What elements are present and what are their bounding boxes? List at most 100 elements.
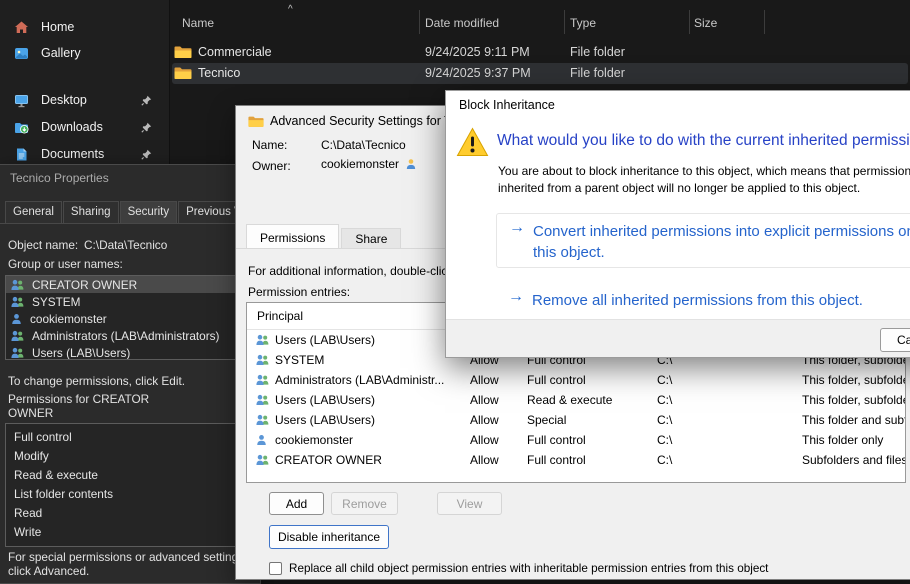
name-label: Name: — [252, 138, 287, 152]
body-line-2: inherited from a parent object will no l… — [498, 181, 860, 195]
dialog-heading: What would you like to do with the curre… — [497, 132, 910, 150]
permission-entry-row[interactable]: Administrators (LAB\Administr... Allow F… — [247, 370, 905, 390]
command-link-text: Remove all inherited permissions from th… — [532, 290, 863, 311]
permission-item[interactable]: Read & execute — [6, 465, 256, 484]
properties-dialog: Tecnico Properties General Sharing Secur… — [0, 164, 261, 584]
tab-sharing[interactable]: Sharing — [63, 201, 119, 224]
cancel-button[interactable]: Cancel — [880, 328, 910, 352]
permission-entry-row[interactable]: Users (LAB\Users) Allow Read & execute C… — [247, 390, 905, 410]
sidebar-item-home[interactable]: Home — [4, 14, 166, 40]
group-icon — [255, 334, 270, 346]
column-resize-handle[interactable] — [689, 10, 690, 34]
group-icon — [255, 454, 270, 466]
sidebar-item-desktop[interactable]: Desktop — [4, 87, 166, 113]
dialog-title[interactable]: Block Inheritance — [459, 98, 555, 112]
owner-value: cookiemonster — [321, 157, 399, 171]
remove-permissions-command-link[interactable]: → Remove all inherited permissions from … — [496, 283, 910, 317]
sidebar-item-label: Home — [41, 20, 74, 34]
cell-principal: CREATOR OWNER — [275, 453, 382, 467]
arrow-right-icon: → — [509, 219, 525, 237]
permission-item[interactable]: List folder contents — [6, 484, 256, 503]
cell-inherited-from: C:\ — [657, 413, 672, 427]
column-header-date-modified[interactable]: Date modified — [425, 16, 499, 30]
add-button[interactable]: Add — [269, 492, 324, 515]
replace-permissions-label: Replace all child object permission entr… — [289, 562, 768, 575]
cell-inherited-from: C:\ — [657, 453, 672, 467]
cell-inherited-from: C:\ — [657, 393, 672, 407]
dialog-title[interactable]: Tecnico Properties — [10, 171, 109, 185]
group-user-list: CREATOR OWNER SYSTEM cookiemonster Admin… — [5, 275, 257, 360]
owner-value-row: cookiemonster — [321, 157, 417, 171]
view-button[interactable]: View — [437, 492, 502, 515]
sidebar-item-label: Gallery — [41, 46, 81, 60]
tab-general[interactable]: General — [5, 201, 62, 224]
tab-security[interactable]: Security — [120, 201, 178, 224]
permission-entry-row[interactable]: CREATOR OWNER Allow Full control C:\ Sub… — [247, 450, 905, 470]
sidebar-item-downloads[interactable]: Downloads — [4, 114, 166, 140]
advanced-note-line1: For special permissions or advanced sett… — [8, 550, 247, 564]
pin-icon — [141, 122, 152, 136]
permission-item[interactable]: Read — [6, 503, 256, 522]
remove-line: Remove all inherited permissions from th… — [532, 292, 863, 309]
edit-note: To change permissions, click Edit. — [8, 374, 185, 388]
group-icon — [10, 330, 25, 342]
file-row-commerciale[interactable]: Commerciale 9/24/2025 9:11 PM File folde… — [172, 42, 908, 63]
user-icon — [405, 158, 417, 170]
permission-entry-row[interactable]: cookiemonster Allow Full control C:\ Thi… — [247, 430, 905, 450]
permission-name: List folder contents — [14, 487, 113, 501]
principal-name: Users (LAB\Users) — [32, 346, 130, 360]
warning-icon — [456, 127, 489, 157]
convert-line-2: this object. — [533, 244, 605, 261]
column-header-name[interactable]: Name — [182, 16, 214, 30]
dialog-body-text: You are about to block inheritance to th… — [498, 163, 910, 197]
convert-line-1: Convert inherited permissions into expli… — [533, 223, 910, 240]
column-resize-handle[interactable] — [419, 10, 420, 34]
cell-inherited-from: C:\ — [657, 373, 672, 387]
sort-ascending-icon: ^ — [288, 4, 293, 15]
permission-entry-row[interactable]: Users (LAB\Users) Allow Special C:\ This… — [247, 410, 905, 430]
pin-icon — [141, 149, 152, 163]
column-header-size[interactable]: Size — [694, 16, 717, 30]
convert-permissions-command-link[interactable]: → Convert inherited permissions into exp… — [496, 213, 910, 268]
list-item-cookiemonster[interactable]: cookiemonster — [6, 310, 256, 327]
permission-name: Full control — [14, 430, 72, 444]
group-icon — [255, 414, 270, 426]
remove-button[interactable]: Remove — [331, 492, 398, 515]
disable-inheritance-button[interactable]: Disable inheritance — [269, 525, 389, 549]
list-item-administrators[interactable]: Administrators (LAB\Administrators) — [6, 327, 256, 344]
permission-name: Read — [14, 506, 42, 520]
sidebar-item-gallery[interactable]: Gallery — [4, 40, 166, 66]
cell-principal: Administrators (LAB\Administr... — [275, 373, 444, 387]
cell-type: Allow — [470, 453, 499, 467]
list-item-users[interactable]: Users (LAB\Users) — [6, 344, 256, 360]
folder-icon — [248, 115, 264, 128]
advanced-tabstrip: Permissions Share — [246, 224, 403, 248]
tab-divider — [0, 223, 261, 224]
user-icon — [255, 434, 268, 446]
column-header-type[interactable]: Type — [570, 16, 596, 30]
cell-applies-to: This folder, subfolde... — [802, 393, 906, 407]
replace-permissions-checkbox[interactable] — [269, 562, 282, 575]
gallery-icon — [14, 46, 30, 61]
folder-icon — [174, 66, 192, 83]
list-item-system[interactable]: SYSTEM — [6, 293, 256, 310]
permission-item[interactable]: Modify — [6, 446, 256, 465]
column-resize-handle[interactable] — [564, 10, 565, 34]
cell-access: Read & execute — [527, 393, 612, 407]
cell-access: Special — [527, 413, 566, 427]
cell-inherited-from: C:\ — [657, 433, 672, 447]
column-resize-handle[interactable] — [764, 10, 765, 34]
file-row-tecnico[interactable]: Tecnico 9/24/2025 9:37 PM File folder — [172, 63, 908, 84]
permission-item[interactable]: Full control — [6, 427, 256, 446]
tab-share[interactable]: Share — [341, 228, 401, 248]
file-type: File folder — [570, 66, 625, 80]
cell-principal: SYSTEM — [275, 353, 324, 367]
downloads-icon — [14, 120, 30, 135]
tab-permissions[interactable]: Permissions — [246, 224, 339, 248]
permission-item[interactable]: Write — [6, 522, 256, 541]
column-header-principal[interactable]: Principal — [257, 309, 303, 323]
arrow-right-icon: → — [508, 288, 524, 306]
object-name-value: C:\Data\Tecnico — [84, 238, 167, 252]
file-name: Commerciale — [198, 45, 272, 59]
list-item-creator-owner[interactable]: CREATOR OWNER — [6, 276, 256, 293]
